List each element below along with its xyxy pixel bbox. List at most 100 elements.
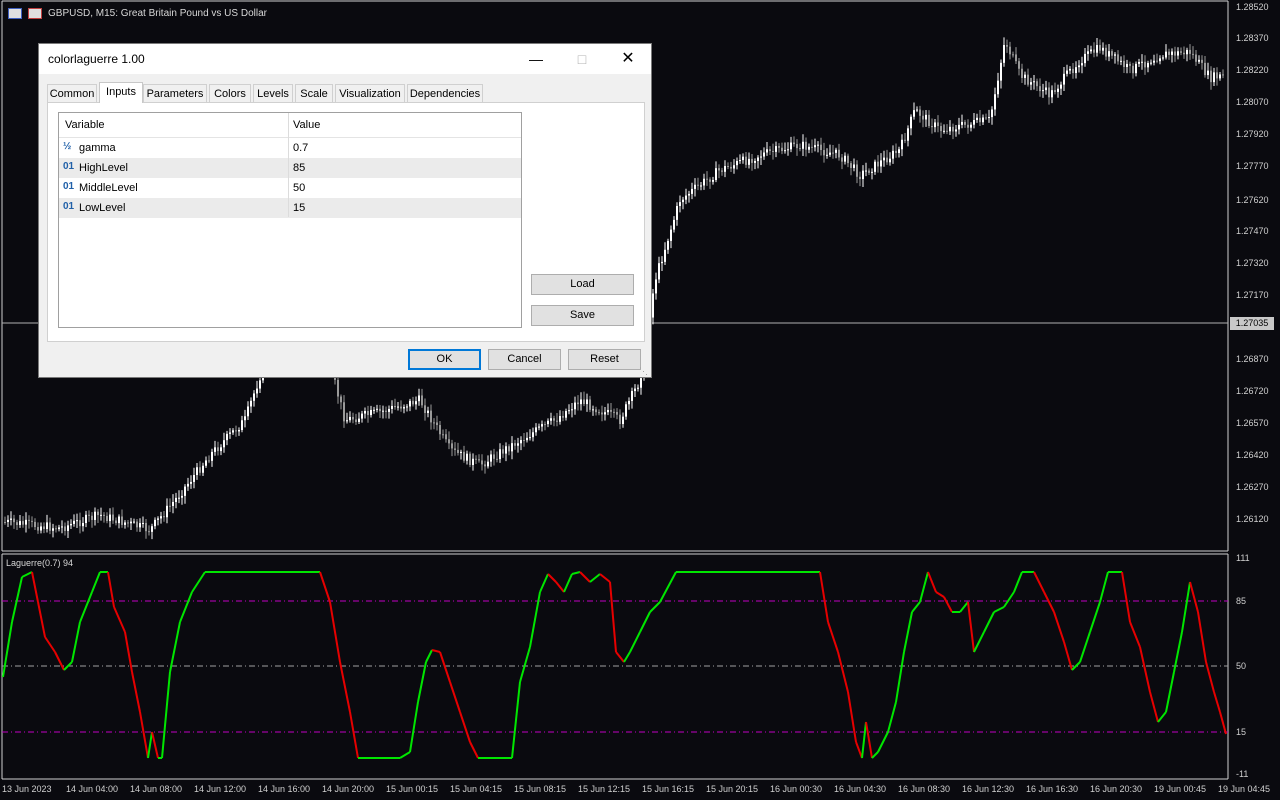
candle-body	[1135, 63, 1137, 74]
candle-body	[1129, 63, 1131, 66]
variable-value[interactable]: 0.7	[293, 142, 308, 154]
candle-body	[172, 501, 174, 506]
candle-body	[58, 527, 60, 530]
variable-value[interactable]: 50	[293, 182, 305, 194]
variable-value[interactable]: 85	[293, 162, 305, 174]
save-button[interactable]: Save	[531, 305, 634, 326]
table-row[interactable]: 01 LowLevel 15	[59, 198, 521, 218]
candle-body	[1180, 51, 1182, 53]
candle-body	[910, 116, 912, 129]
time-axis-label: 14 Jun 08:00	[130, 784, 183, 794]
price-axis-label: 1.28220	[1236, 65, 1269, 75]
tab-levels[interactable]: Levels	[253, 84, 293, 102]
resize-grip-icon[interactable]: ⋱	[639, 366, 648, 377]
candle-body	[934, 122, 936, 128]
candle-body	[1114, 54, 1116, 56]
tab-common[interactable]: Common	[47, 84, 97, 102]
candle-body	[43, 526, 45, 530]
tab-inputs[interactable]: Inputs	[99, 82, 143, 103]
candle-body	[1204, 62, 1206, 76]
price-axis-label: 1.27770	[1236, 161, 1269, 171]
dialog-titlebar[interactable]: colorlaguerre 1.00 — □ ✕	[39, 44, 651, 74]
candle-body	[1192, 53, 1194, 55]
candle-body	[496, 458, 498, 460]
candle-body	[403, 407, 405, 409]
candle-body	[694, 184, 696, 189]
candle-body	[838, 149, 840, 158]
candle-body	[652, 293, 654, 318]
candle-body	[127, 522, 129, 524]
candle-body	[340, 396, 342, 403]
load-button[interactable]: Load	[531, 274, 634, 295]
candle-body	[31, 520, 33, 522]
cancel-button[interactable]: Cancel	[488, 349, 561, 370]
column-variable[interactable]: Variable	[65, 119, 105, 131]
candle-body	[787, 149, 789, 151]
candle-body	[361, 413, 363, 419]
candle-body	[802, 141, 804, 149]
candle-body	[592, 409, 594, 411]
candle-body	[574, 402, 576, 410]
candle-body	[907, 128, 909, 141]
candle-body	[1054, 90, 1056, 92]
candle-body	[856, 164, 858, 177]
tab-parameters[interactable]: Parameters	[143, 84, 207, 102]
tab-scale[interactable]: Scale	[295, 84, 333, 102]
candle-body	[571, 409, 573, 411]
candle-body	[427, 410, 429, 413]
candle-body	[121, 516, 123, 525]
candle-body	[349, 416, 351, 421]
candle-body	[40, 526, 42, 531]
candle-body	[367, 410, 369, 416]
candle-body	[76, 520, 78, 522]
tab-colors[interactable]: Colors	[209, 84, 251, 102]
tab-dependencies[interactable]: Dependencies	[407, 84, 483, 102]
candle-body	[760, 156, 762, 158]
candle-body	[904, 139, 906, 141]
candle-body	[1186, 49, 1188, 55]
candle-body	[343, 402, 345, 422]
candle-body	[859, 176, 861, 180]
candle-body	[148, 531, 150, 533]
price-axis-label: 1.26870	[1236, 354, 1269, 364]
time-axis-label: 14 Jun 16:00	[258, 784, 311, 794]
candle-body	[538, 426, 540, 428]
candle-body	[229, 432, 231, 434]
close-icon[interactable]: ✕	[605, 44, 651, 74]
candle-body	[763, 152, 765, 157]
candle-body	[1141, 61, 1143, 63]
table-row[interactable]: 01 MiddleLevel 50	[59, 178, 521, 198]
candle-body	[79, 520, 81, 527]
table-row[interactable]: ½ gamma 0.7	[59, 138, 521, 158]
reset-button[interactable]: Reset	[568, 349, 641, 370]
candle-body	[1033, 81, 1035, 83]
candle-body	[133, 521, 135, 523]
candle-body	[1072, 68, 1074, 74]
candle-body	[1063, 73, 1065, 85]
variable-value[interactable]: 15	[293, 202, 305, 214]
tab-visualization[interactable]: Visualization	[335, 84, 405, 102]
price-axis-label: 1.28070	[1236, 97, 1269, 107]
candle-body	[526, 437, 528, 441]
candle-body	[964, 121, 966, 125]
candle-body	[223, 440, 225, 448]
candle-body	[757, 157, 759, 162]
candle-body	[925, 114, 927, 120]
candle-body	[577, 402, 579, 405]
maximize-icon[interactable]: □	[559, 44, 605, 74]
candle-body	[64, 526, 66, 531]
candle-body	[634, 388, 636, 392]
candle-body	[1066, 70, 1068, 74]
candle-body	[55, 528, 57, 530]
candle-body	[718, 168, 720, 171]
column-value[interactable]: Value	[293, 119, 320, 131]
table-row[interactable]: 01 HighLevel 85	[59, 158, 521, 178]
indicator-chart[interactable]	[0, 552, 1280, 800]
candle-body	[514, 443, 516, 446]
candle-body	[169, 505, 171, 507]
candle-body	[709, 179, 711, 182]
ok-button[interactable]: OK	[408, 349, 481, 370]
minimize-icon[interactable]: —	[513, 44, 559, 74]
candle-body	[1075, 67, 1077, 74]
candle-body	[511, 443, 513, 452]
